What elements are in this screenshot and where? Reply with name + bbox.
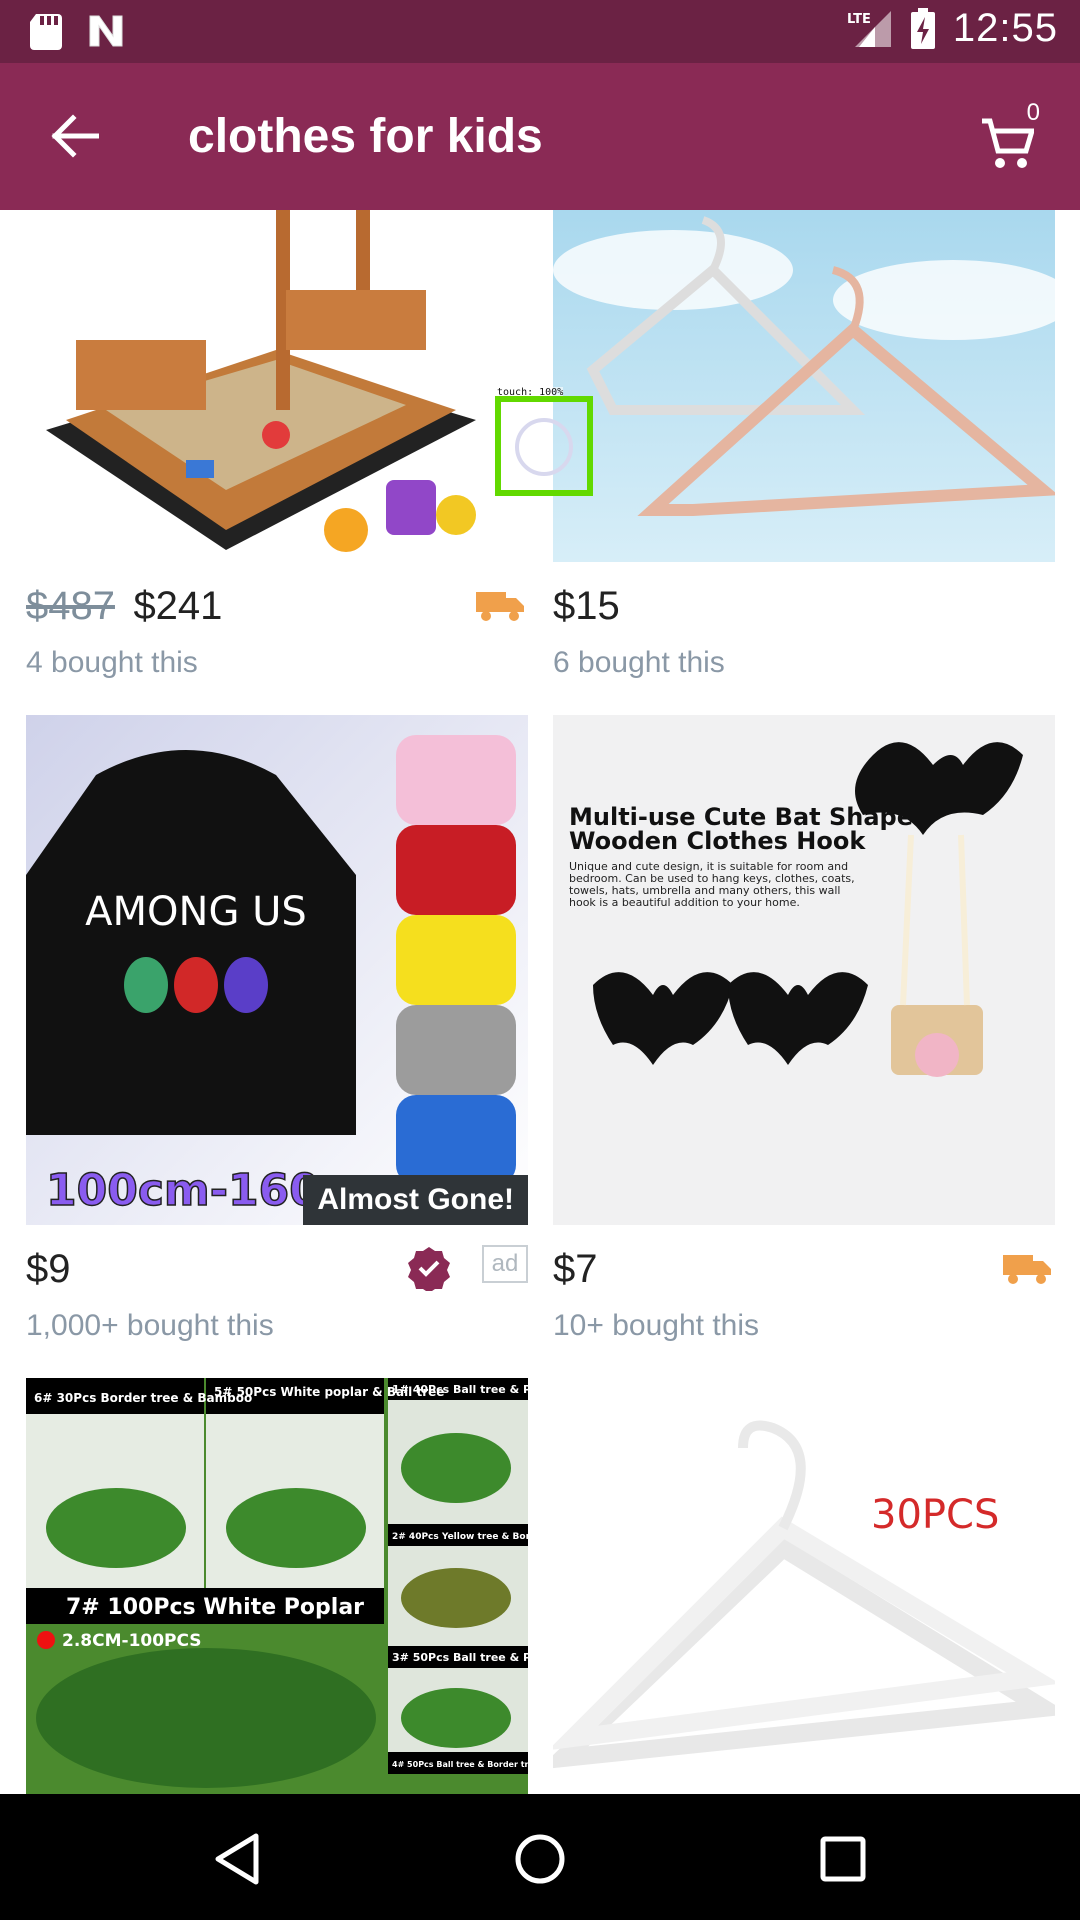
back-button[interactable] [40, 101, 110, 171]
price: $7 [553, 1247, 598, 1291]
bat-hook-illustration: Multi-use Cute Bat Shape Wooden Clothes … [569, 742, 1023, 1077]
product-card[interactable]: $487 $241 4 bought this [26, 210, 528, 680]
product-image-model-trees: 6# 30Pcs Border tree & Bamboo 5# 50Pcs W… [26, 1378, 528, 1794]
product-card[interactable]: AMONG US 100cm-160cm Almost Gone! $9 ad … [26, 715, 528, 1343]
bought-count: 6 bought this [553, 646, 725, 679]
verified-badge-icon [408, 1247, 450, 1291]
svg-text:2# 40Pcs Yellow tree & Border: 2# 40Pcs Yellow tree & Border tree [392, 1532, 528, 1542]
touch-indicator-circle [515, 418, 573, 476]
truck-icon [1003, 1255, 1051, 1284]
svg-text:3# 50Pcs Ball tree & Pine: 3# 50Pcs Ball tree & Pine [392, 1651, 528, 1664]
hangers-illustration [553, 216, 1055, 516]
bought-count: 10+ bought this [553, 1309, 760, 1342]
home-circle-icon [515, 1834, 565, 1884]
nav-back-button[interactable] [202, 1824, 272, 1894]
page-title: clothes for kids [188, 110, 543, 163]
svg-text:LTE: LTE [847, 12, 871, 27]
original-price: $487 [26, 584, 115, 628]
lte-signal-icon: LTE [847, 10, 891, 47]
price: $9 [26, 1247, 71, 1291]
svg-text:4# 50Pcs Ball tree & Border tr: 4# 50Pcs Ball tree & Border tree & Cassi… [392, 1760, 528, 1769]
recents-square-icon [820, 1836, 866, 1882]
sd-card-icon [30, 14, 62, 50]
status-bar: LTE 12:55 [0, 0, 1080, 63]
svg-text:30PCS: 30PCS [871, 1492, 999, 1538]
battery-charging-icon [910, 7, 935, 49]
price: $15 [553, 584, 620, 628]
app-bar: clothes for kids 0 [0, 63, 1080, 210]
bat-hook-description: Unique and cute design, it is suitable f… [569, 861, 855, 909]
navigation-bar [0, 1794, 1080, 1920]
nav-home-button[interactable] [505, 1824, 575, 1894]
svg-text:Wooden Clothes Hook: Wooden Clothes Hook [569, 827, 866, 855]
ad-badge: ad [482, 1245, 528, 1283]
product-image-bat-hook: Multi-use Cute Bat Shape Wooden Clothes … [553, 715, 1055, 1225]
hoodie-illustration: AMONG US 100cm-160cm [26, 735, 516, 1217]
clock: 12:55 [952, 6, 1058, 50]
model-trees-illustration: 6# 30Pcs Border tree & Bamboo 5# 50Pcs W… [26, 1378, 528, 1788]
truck-icon [476, 592, 524, 621]
product-card[interactable]: Multi-use Cute Bat Shape Wooden Clothes … [553, 715, 1055, 1343]
svg-text:AMONG US: AMONG US [85, 889, 307, 935]
svg-text:2.8CM-100PCS: 2.8CM-100PCS [62, 1631, 202, 1651]
white-hangers-illustration: 30PCS [553, 1420, 1055, 1769]
svg-text:1# 40Pcs Ball tree & Pine: 1# 40Pcs Ball tree & Pine [392, 1383, 528, 1396]
bought-count: 1,000+ bought this [26, 1309, 274, 1342]
notification-n-icon [89, 15, 123, 47]
product-image-hangers [553, 210, 1055, 562]
product-card[interactable]: 6# 30Pcs Border tree & Bamboo 5# 50Pcs W… [26, 1378, 528, 1794]
product-image-sandbox [26, 210, 528, 562]
price: $241 [133, 584, 223, 628]
nav-recents-button[interactable] [808, 1824, 878, 1894]
product-image-hoodie: AMONG US 100cm-160cm Almost Gone! [26, 715, 528, 1225]
cart-count: 0 [1026, 99, 1040, 126]
sandbox-illustration [46, 210, 476, 552]
product-card[interactable]: 30PCS [553, 1378, 1055, 1794]
svg-text:7# 100Pcs White Poplar: 7# 100Pcs White Poplar [66, 1595, 364, 1620]
back-triangle-icon [215, 1833, 259, 1885]
arrow-back-icon [51, 114, 99, 158]
product-card[interactable]: $15 6 bought this [553, 210, 1055, 680]
almost-gone-tag: Almost Gone! [303, 1175, 528, 1225]
bought-count: 4 bought this [26, 646, 198, 679]
product-image-white-hangers: 30PCS [553, 1378, 1055, 1794]
